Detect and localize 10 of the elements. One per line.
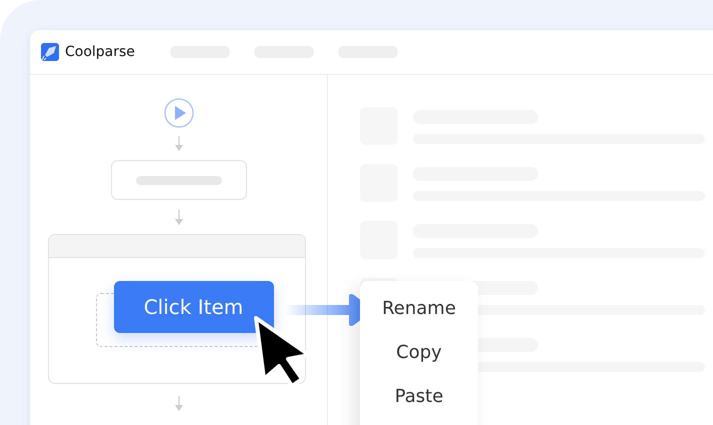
down-arrow-icon <box>174 396 184 412</box>
menu-item[interactable]: Rename <box>382 296 456 322</box>
logo-icon <box>41 43 59 61</box>
click-item-button[interactable]: Click Item <box>114 281 274 333</box>
down-arrow-icon <box>174 210 184 226</box>
play-icon <box>164 98 194 128</box>
down-arrow-icon <box>174 136 184 152</box>
app-name: Coolparse <box>65 44 135 60</box>
menu-item[interactable]: Copy <box>396 340 442 366</box>
menu-item[interactable]: Paste <box>394 384 444 410</box>
